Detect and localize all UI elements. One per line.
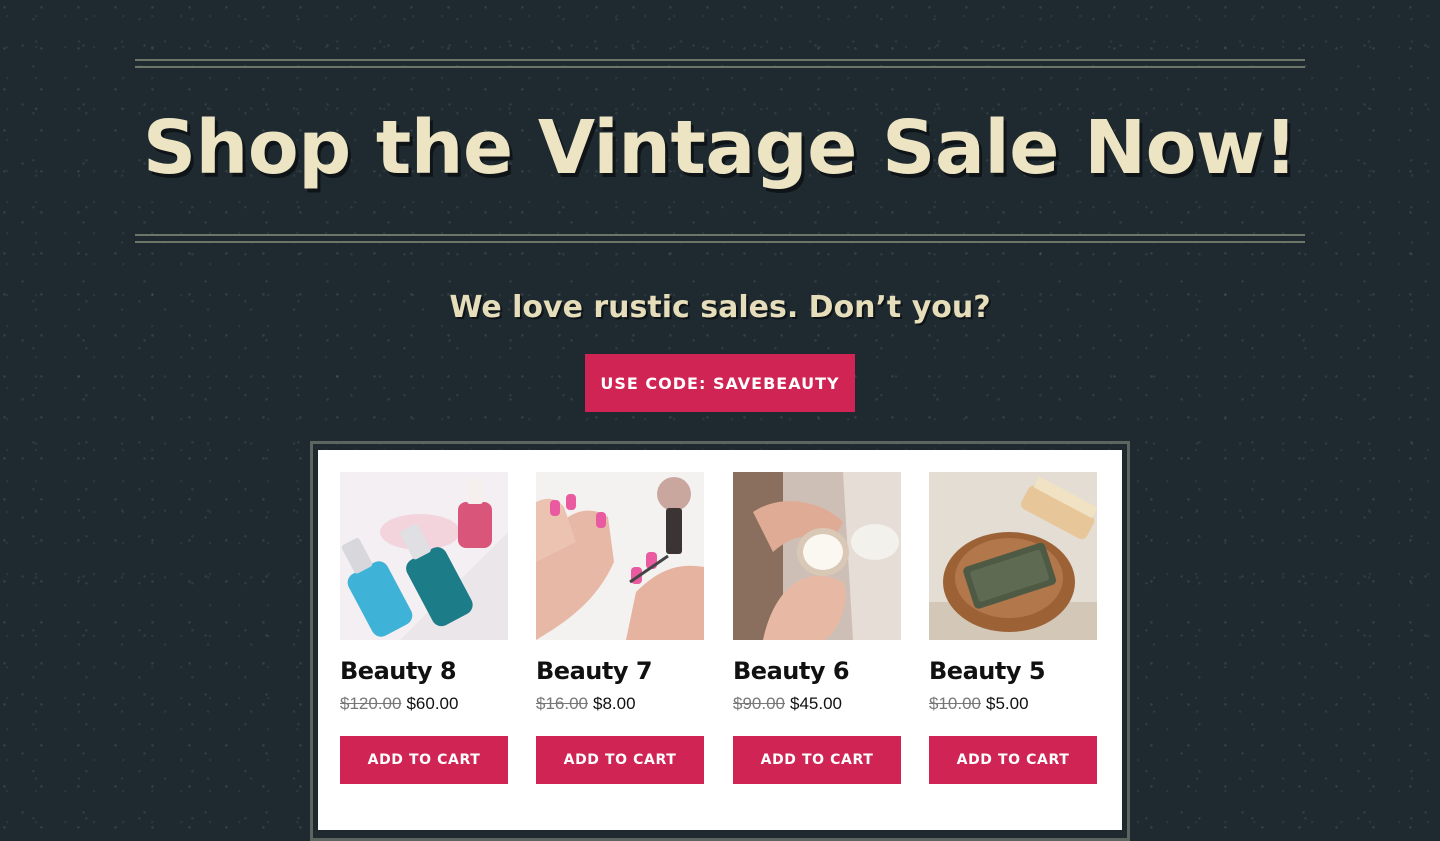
add-to-cart-button[interactable]: ADD TO CART [929,736,1097,784]
original-price: $120.00 [340,694,402,713]
product-name[interactable]: Beauty 7 [536,655,704,687]
product-price: $16.00 $8.00 [536,692,704,716]
add-to-cart-button[interactable]: ADD TO CART [536,736,704,784]
headline-bottom-rule [135,234,1305,243]
add-to-cart-button[interactable]: ADD TO CART [340,736,508,784]
product-image-nail-polish[interactable] [536,472,704,640]
coupon-code-button[interactable]: USE CODE: SAVEBEAUTY [585,354,855,412]
original-price: $10.00 [929,694,981,713]
product-card-beauty-5: Beauty 5 $10.00 $5.00 ADD TO CART [929,472,1097,784]
sale-price: $8.00 [593,694,636,713]
product-image-soap-bar[interactable] [929,472,1097,640]
product-card-beauty-7: Beauty 7 $16.00 $8.00 ADD TO CART [536,472,704,784]
product-price: $90.00 $45.00 [733,692,901,716]
original-price: $16.00 [536,694,588,713]
sale-price: $60.00 [406,694,459,713]
product-image-face-cream[interactable] [733,472,901,640]
product-card-beauty-6: Beauty 6 $90.00 $45.00 ADD TO CART [733,472,901,784]
add-to-cart-button[interactable]: ADD TO CART [733,736,901,784]
product-price: $120.00 $60.00 [340,692,508,716]
product-image-serum-bottles[interactable] [340,472,508,640]
product-card-beauty-8: Beauty 8 $120.00 $60.00 ADD TO CART [340,472,508,784]
product-name[interactable]: Beauty 8 [340,655,508,687]
sale-price: $5.00 [986,694,1029,713]
product-price: $10.00 $5.00 [929,692,1097,716]
headline-top-rule [135,59,1305,68]
original-price: $90.00 [733,694,785,713]
subheadline: We love rustic sales. Don’t you? [449,290,991,325]
page-title: Shop the Vintage Sale Now! [142,105,1298,191]
product-name[interactable]: Beauty 6 [733,655,901,687]
sale-price: $45.00 [790,694,842,713]
product-name[interactable]: Beauty 5 [929,655,1097,687]
